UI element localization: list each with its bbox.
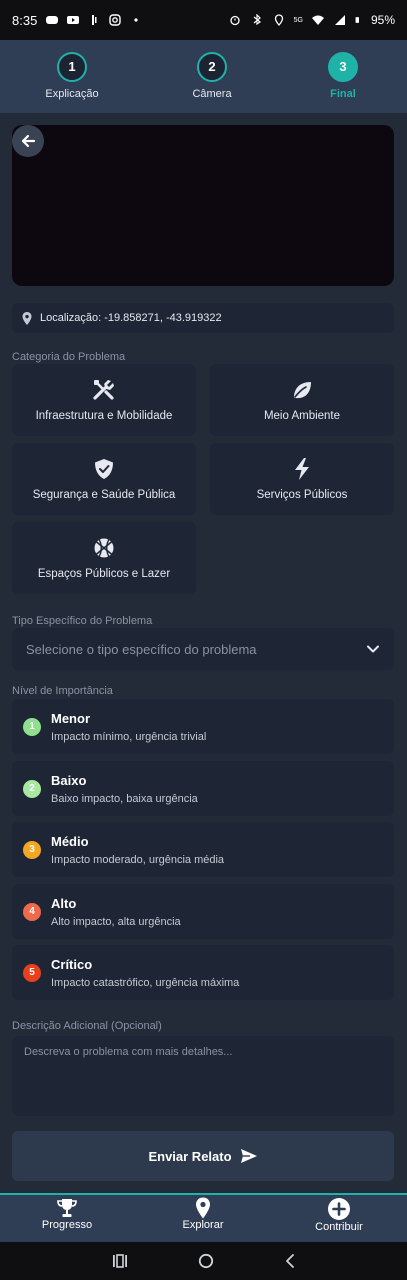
back-nav-icon[interactable] xyxy=(284,1253,296,1269)
level-description: Impacto mínimo, urgência trivial xyxy=(51,731,207,743)
nav-label: Explorar xyxy=(182,1219,224,1231)
importance-title: Nível de Importância xyxy=(12,685,113,697)
bluetooth-icon xyxy=(253,14,261,26)
stepper: 1 Explicação 2 Câmera 3 Final xyxy=(0,40,407,113)
description-title: Descrição Adicional (Opcional) xyxy=(12,1020,162,1032)
category-espacos[interactable]: Espaços Públicos e Lazer xyxy=(12,522,196,594)
wifi-icon xyxy=(311,15,324,25)
category-servicos[interactable]: Serviços Públicos xyxy=(210,443,394,515)
category-meio-ambiente[interactable]: Meio Ambiente xyxy=(210,364,394,436)
nav-contribuir[interactable]: Contribuir xyxy=(289,1195,389,1233)
discord-icon xyxy=(46,16,59,24)
level-badge: 3 xyxy=(23,841,41,859)
map-pin-icon xyxy=(153,1197,253,1219)
nav-label: Progresso xyxy=(41,1219,93,1231)
problem-type-placeholder: Selecione o tipo específico do problema xyxy=(26,641,257,657)
level-description: Impacto catastrófico, urgência máxima xyxy=(51,977,240,989)
home-icon[interactable] xyxy=(198,1253,214,1269)
network-label: 5G xyxy=(293,16,303,24)
nav-progresso[interactable]: Progresso xyxy=(17,1195,117,1231)
level-description: Alto impacto, alta urgência xyxy=(51,916,181,928)
bottom-navigation: Progresso Explorar Contribuir xyxy=(0,1193,407,1242)
submit-button[interactable]: Enviar Relato xyxy=(12,1131,394,1181)
description-textarea[interactable]: Descreva o problema com mais detalhes... xyxy=(12,1036,394,1116)
level-baixo[interactable]: 2 Baixo Baixo impacto, baixa urgência xyxy=(12,761,394,816)
location-readout: Localização: -19.858271, -43.919322 xyxy=(12,303,394,333)
location-icon xyxy=(274,14,283,26)
photo-preview xyxy=(12,125,394,286)
tools-icon xyxy=(92,378,116,402)
notification-icons xyxy=(45,14,143,26)
category-label: Segurança e Saúde Pública xyxy=(32,489,176,501)
level-title: Baixo xyxy=(51,773,87,788)
level-title: Menor xyxy=(51,711,90,726)
step-label: Final xyxy=(330,88,356,100)
alarm-icon xyxy=(229,15,240,26)
problem-type-title: Tipo Específico do Problema xyxy=(12,615,153,627)
chevron-down-icon xyxy=(366,644,380,654)
level-menor[interactable]: 1 Menor Impacto mínimo, urgência trivial xyxy=(12,699,394,754)
payment-icon xyxy=(92,15,97,25)
category-label: Infraestrutura e Mobilidade xyxy=(35,410,173,422)
nav-label: Contribuir xyxy=(315,1221,363,1233)
back-button[interactable] xyxy=(12,125,44,157)
category-label: Espaços Públicos e Lazer xyxy=(37,568,171,580)
category-title: Categoria do Problema xyxy=(12,351,126,363)
youtube-icon xyxy=(67,16,80,24)
instagram-icon xyxy=(109,14,122,26)
trophy-icon xyxy=(17,1197,117,1219)
battery-icon xyxy=(355,17,359,23)
dot-icon xyxy=(134,18,138,22)
battery-level: 95% xyxy=(370,13,395,27)
status-bar: 8:35 5G 95% xyxy=(0,0,407,40)
status-time: 8:35 xyxy=(12,12,38,28)
step-final[interactable]: 3 Final xyxy=(283,52,403,100)
bolt-icon xyxy=(293,457,311,481)
nav-explorar[interactable]: Explorar xyxy=(153,1195,253,1231)
send-icon xyxy=(240,1149,257,1163)
system-navigation-bar xyxy=(0,1242,407,1280)
leaf-icon xyxy=(291,378,313,402)
level-title: Médio xyxy=(51,834,89,849)
level-badge: 4 xyxy=(23,903,41,921)
step-label: Câmera xyxy=(192,88,232,100)
step-camera[interactable]: 2 Câmera xyxy=(152,52,272,100)
description-placeholder: Descreva o problema com mais detalhes... xyxy=(24,1046,233,1058)
level-medio[interactable]: 3 Médio Impacto moderado, urgência média xyxy=(12,822,394,877)
level-title: Alto xyxy=(51,896,77,911)
recents-icon[interactable] xyxy=(112,1254,128,1268)
level-badge: 5 xyxy=(23,964,41,982)
submit-label: Enviar Relato xyxy=(148,1148,232,1164)
level-title: Crítico xyxy=(51,957,93,972)
arrow-left-icon xyxy=(21,134,36,148)
category-label: Serviços Públicos xyxy=(256,489,348,501)
level-description: Baixo impacto, baixa urgência xyxy=(51,793,198,805)
signal-icon xyxy=(334,15,345,25)
step-label: Explicação xyxy=(45,88,99,100)
level-badge: 2 xyxy=(23,780,41,798)
problem-type-select[interactable]: Selecione o tipo específico do problema xyxy=(12,628,394,670)
shield-check-icon xyxy=(93,457,115,481)
level-badge: 1 xyxy=(23,718,41,736)
category-label: Meio Ambiente xyxy=(263,410,341,422)
level-alto[interactable]: 4 Alto Alto impacto, alta urgência xyxy=(12,884,394,939)
step-number: 1 xyxy=(57,52,87,82)
location-text: Localização: -19.858271, -43.919322 xyxy=(40,312,222,324)
basketball-icon xyxy=(93,536,115,560)
step-number: 3 xyxy=(328,52,358,82)
level-description: Impacto moderado, urgência média xyxy=(51,854,225,866)
step-number: 2 xyxy=(197,52,227,82)
map-pin-icon xyxy=(22,311,32,325)
step-explicacao[interactable]: 1 Explicação xyxy=(12,52,132,100)
plus-circle-icon xyxy=(289,1197,389,1221)
level-critico[interactable]: 5 Crítico Impacto catastrófico, urgência… xyxy=(12,945,394,1000)
category-infraestrutura[interactable]: Infraestrutura e Mobilidade xyxy=(12,364,196,436)
category-seguranca[interactable]: Segurança e Saúde Pública xyxy=(12,443,196,515)
